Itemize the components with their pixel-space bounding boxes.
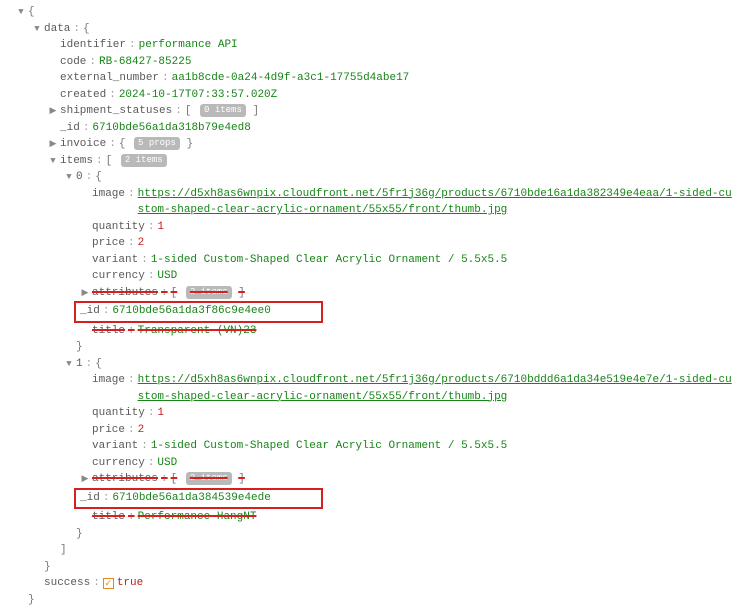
- row-item1-quantity: quantity:1: [0, 405, 732, 422]
- highlight-box: _id:6710bde56a1da3f86c9e4ee0: [74, 301, 323, 323]
- row-item-0: ▼0:{: [0, 169, 732, 186]
- row-items: ▼items:[ 2 items: [0, 153, 732, 170]
- chevron-down-icon[interactable]: ▼: [16, 6, 26, 20]
- row-external-number: external_number:aa1b8cde-0a24-4d9f-a3c1-…: [0, 70, 732, 87]
- data-key-line: ▼data:{: [0, 21, 732, 38]
- key-data: data: [44, 23, 70, 35]
- count-badge: 2 items: [186, 472, 232, 485]
- chevron-right-icon[interactable]: ▶: [80, 473, 90, 487]
- highlight-box: _id:6710bde56a1da384539e4ede: [74, 488, 323, 510]
- chevron-down-icon[interactable]: ▼: [48, 155, 58, 169]
- row-item1-currency: currency:USD: [0, 455, 732, 472]
- chevron-right-icon[interactable]: ▶: [48, 138, 58, 152]
- row-item1-id-highlight: _id:6710bde56a1da384539e4ede: [0, 488, 732, 510]
- item0-close: }: [0, 339, 732, 356]
- row-item0-id-highlight: _id:6710bde56a1da3f86c9e4ee0: [0, 301, 732, 323]
- row-shipment-statuses: ▶shipment_statuses:[ 0 items ]: [0, 103, 732, 120]
- row-item0-variant: variant:1-sided Custom-Shaped Clear Acry…: [0, 252, 732, 269]
- row-item0-image: image:https://d5xh8as6wnpix.cloudfront.n…: [0, 186, 732, 219]
- row-item0-attributes: ▶attributes:[ 2 items ]: [0, 285, 732, 302]
- count-badge: 2 items: [121, 154, 167, 167]
- row-item0-quantity: quantity:1: [0, 219, 732, 236]
- row-item1-title: title:Performance HangNT: [0, 509, 732, 526]
- row-item0-title: title:Transparent (VN)23: [0, 323, 732, 340]
- count-badge: 2 items: [186, 286, 232, 299]
- chevron-down-icon[interactable]: ▼: [64, 171, 74, 185]
- chevron-right-icon[interactable]: ▶: [48, 105, 58, 119]
- row-item1-attributes: ▶attributes:[ 2 items ]: [0, 471, 732, 488]
- row-created: created:2024-10-17T07:33:57.020Z: [0, 87, 732, 104]
- row-invoice: ▶invoice:{ 5 props }: [0, 136, 732, 153]
- chevron-down-icon[interactable]: ▼: [32, 23, 42, 37]
- data-close: }: [0, 559, 732, 576]
- row-code: code:RB-68427-85225: [0, 54, 732, 71]
- row-identifier: identifier:performance API: [0, 37, 732, 54]
- check-icon: ✓: [103, 578, 114, 589]
- row-item1-price: price:2: [0, 422, 732, 439]
- chevron-down-icon[interactable]: ▼: [64, 358, 74, 372]
- row-item-1: ▼1:{: [0, 356, 732, 373]
- chevron-right-icon[interactable]: ▶: [80, 287, 90, 301]
- row-item1-variant: variant:1-sided Custom-Shaped Clear Acry…: [0, 438, 732, 455]
- row-data-id: _id:6710bde56a1da318b79e4ed8: [0, 120, 732, 137]
- item1-close: }: [0, 526, 732, 543]
- count-badge: 0 items: [200, 104, 246, 117]
- image-link[interactable]: https://d5xh8as6wnpix.cloudfront.net/5fr…: [138, 186, 732, 219]
- count-badge: 5 props: [134, 137, 180, 150]
- items-close: ]: [0, 542, 732, 559]
- row-item0-price: price:2: [0, 235, 732, 252]
- root-close: }: [0, 592, 732, 609]
- row-item1-image: image:https://d5xh8as6wnpix.cloudfront.n…: [0, 372, 732, 405]
- image-link[interactable]: https://d5xh8as6wnpix.cloudfront.net/5fr…: [138, 372, 732, 405]
- row-item0-currency: currency:USD: [0, 268, 732, 285]
- row-success: success:✓true: [0, 575, 732, 592]
- root-open: ▼{: [0, 4, 732, 21]
